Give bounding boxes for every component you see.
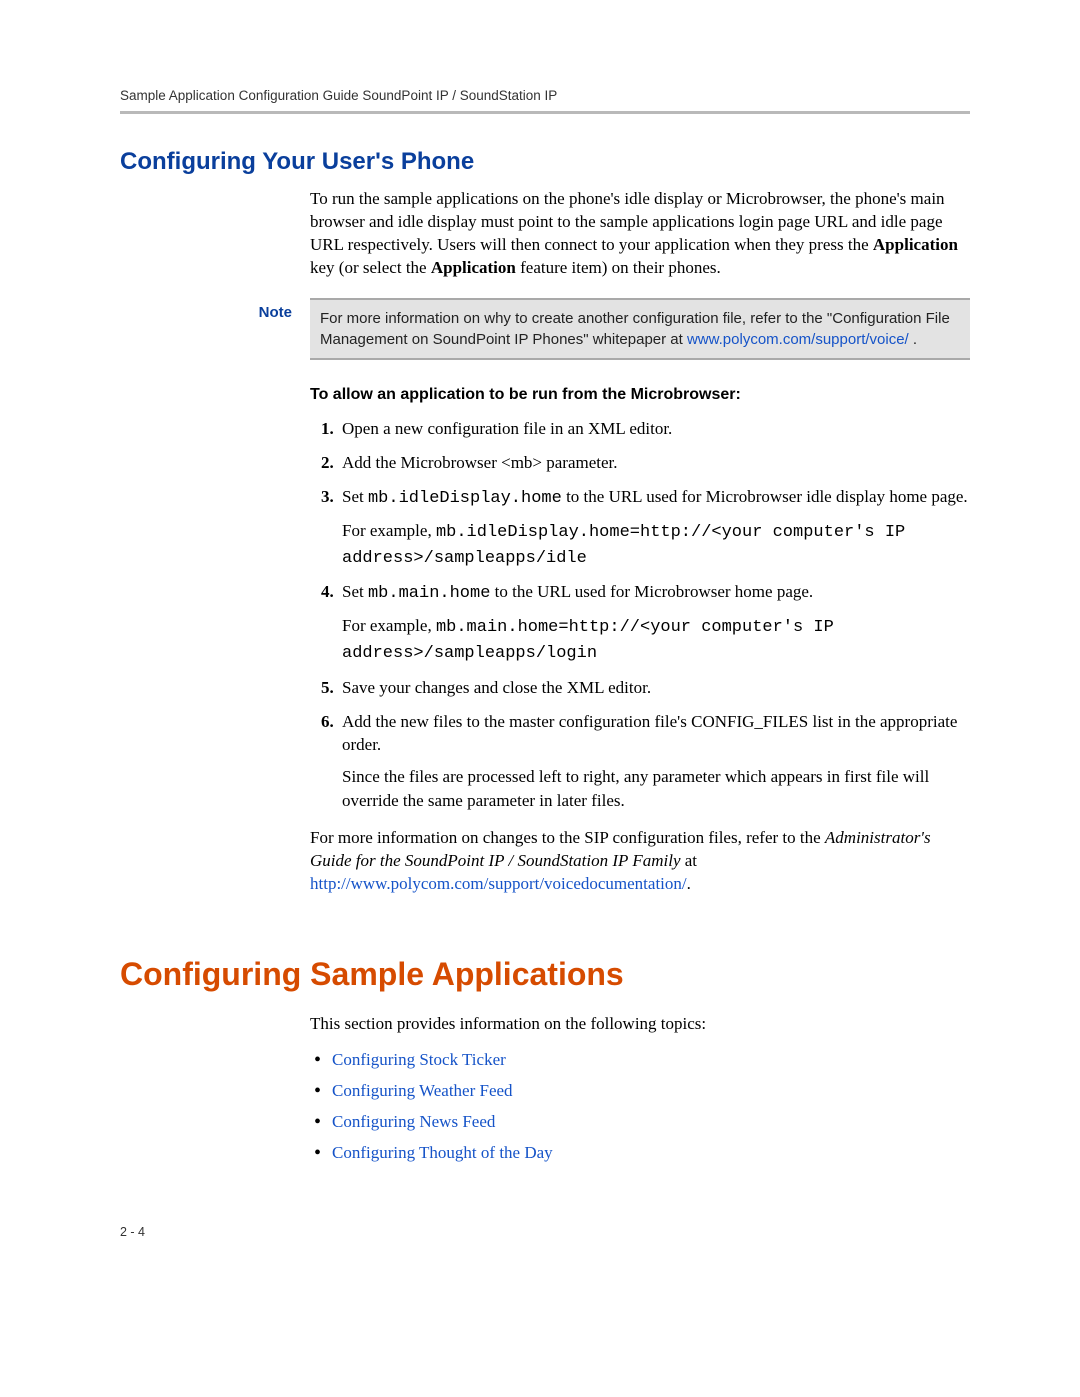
procedure-heading: To allow an application to be run from t… (310, 384, 970, 406)
trailing-a: For more information on changes to the S… (310, 828, 825, 847)
note-body: For more information on why to create an… (310, 298, 970, 360)
intro-text-after: feature item) on their phones. (516, 258, 721, 277)
section1-body: To run the sample applications on the ph… (310, 188, 970, 280)
intro-text-a: To run the sample applications on the ph… (310, 189, 945, 254)
running-header: Sample Application Configuration Guide S… (120, 88, 970, 111)
topic-thought-day: Configuring Thought of the Day (332, 1142, 970, 1165)
intro-text-mid: key (or select the (310, 258, 431, 277)
section-heading-sample-apps: Configuring Sample Applications (120, 956, 970, 993)
section2-body: This section provides information on the… (310, 1013, 970, 1166)
trailing-link[interactable]: http://www.polycom.com/support/voicedocu… (310, 874, 687, 893)
procedure-block: To allow an application to be run from t… (310, 384, 970, 896)
link-stock-ticker[interactable]: Configuring Stock Ticker (332, 1050, 506, 1069)
step-6: Add the new files to the master configur… (338, 710, 970, 813)
step-3: Set mb.idleDisplay.home to the URL used … (338, 485, 970, 570)
topic-news-feed: Configuring News Feed (332, 1111, 970, 1134)
note-block: Note For more information on why to crea… (120, 298, 970, 360)
section2-intro: This section provides information on the… (310, 1013, 970, 1036)
intro-paragraph: To run the sample applications on the ph… (310, 188, 970, 280)
step-6-text: Add the new files to the master configur… (342, 712, 957, 755)
step-4-example: For example, mb.main.home=http://<your c… (342, 614, 970, 666)
bold-application-1: Application (873, 235, 958, 254)
page-container: Sample Application Configuration Guide S… (0, 0, 1080, 1299)
step-3-b: to the URL used for Microbrowser idle di… (562, 487, 968, 506)
page-number: 2 - 4 (120, 1225, 970, 1239)
step-6-sub: Since the files are processed left to ri… (342, 765, 970, 813)
step-5: Save your changes and close the XML edit… (338, 676, 970, 700)
step-4-a: Set (342, 582, 368, 601)
trailing-dot: . (687, 874, 691, 893)
trailing-b: at (681, 851, 698, 870)
note-after: . (909, 331, 917, 348)
section-heading-configuring-phone: Configuring Your User's Phone (120, 148, 970, 176)
topic-list: Configuring Stock Ticker Configuring Wea… (310, 1049, 970, 1165)
link-weather-feed[interactable]: Configuring Weather Feed (332, 1081, 513, 1100)
step-4-b: to the URL used for Microbrowser home pa… (490, 582, 813, 601)
step-4: Set mb.main.home to the URL used for Mic… (338, 580, 970, 665)
step-2-text: Add the Microbrowser <mb> parameter. (342, 453, 618, 472)
bold-application-2: Application (431, 258, 516, 277)
step-3-code: mb.idleDisplay.home (368, 489, 562, 508)
step-3-a: Set (342, 487, 368, 506)
note-link[interactable]: www.polycom.com/support/voice/ (687, 331, 909, 348)
step-4-code: mb.main.home (368, 584, 490, 603)
link-news-feed[interactable]: Configuring News Feed (332, 1112, 495, 1131)
topic-weather-feed: Configuring Weather Feed (332, 1080, 970, 1103)
step-1: Open a new configuration file in an XML … (338, 417, 970, 441)
trailing-paragraph: For more information on changes to the S… (310, 827, 970, 896)
step-5-text: Save your changes and close the XML edit… (342, 678, 651, 697)
header-rule (120, 111, 970, 114)
step-2: Add the Microbrowser <mb> parameter. (338, 451, 970, 475)
step-1-text: Open a new configuration file in an XML … (342, 419, 672, 438)
procedure-steps: Open a new configuration file in an XML … (310, 417, 970, 812)
topic-stock-ticker: Configuring Stock Ticker (332, 1049, 970, 1072)
note-label: Note (120, 298, 310, 360)
link-thought-day[interactable]: Configuring Thought of the Day (332, 1143, 553, 1162)
step-4-ex-label: For example, (342, 616, 436, 635)
step-3-example: For example, mb.idleDisplay.home=http://… (342, 519, 970, 571)
step-3-ex-label: For example, (342, 521, 436, 540)
